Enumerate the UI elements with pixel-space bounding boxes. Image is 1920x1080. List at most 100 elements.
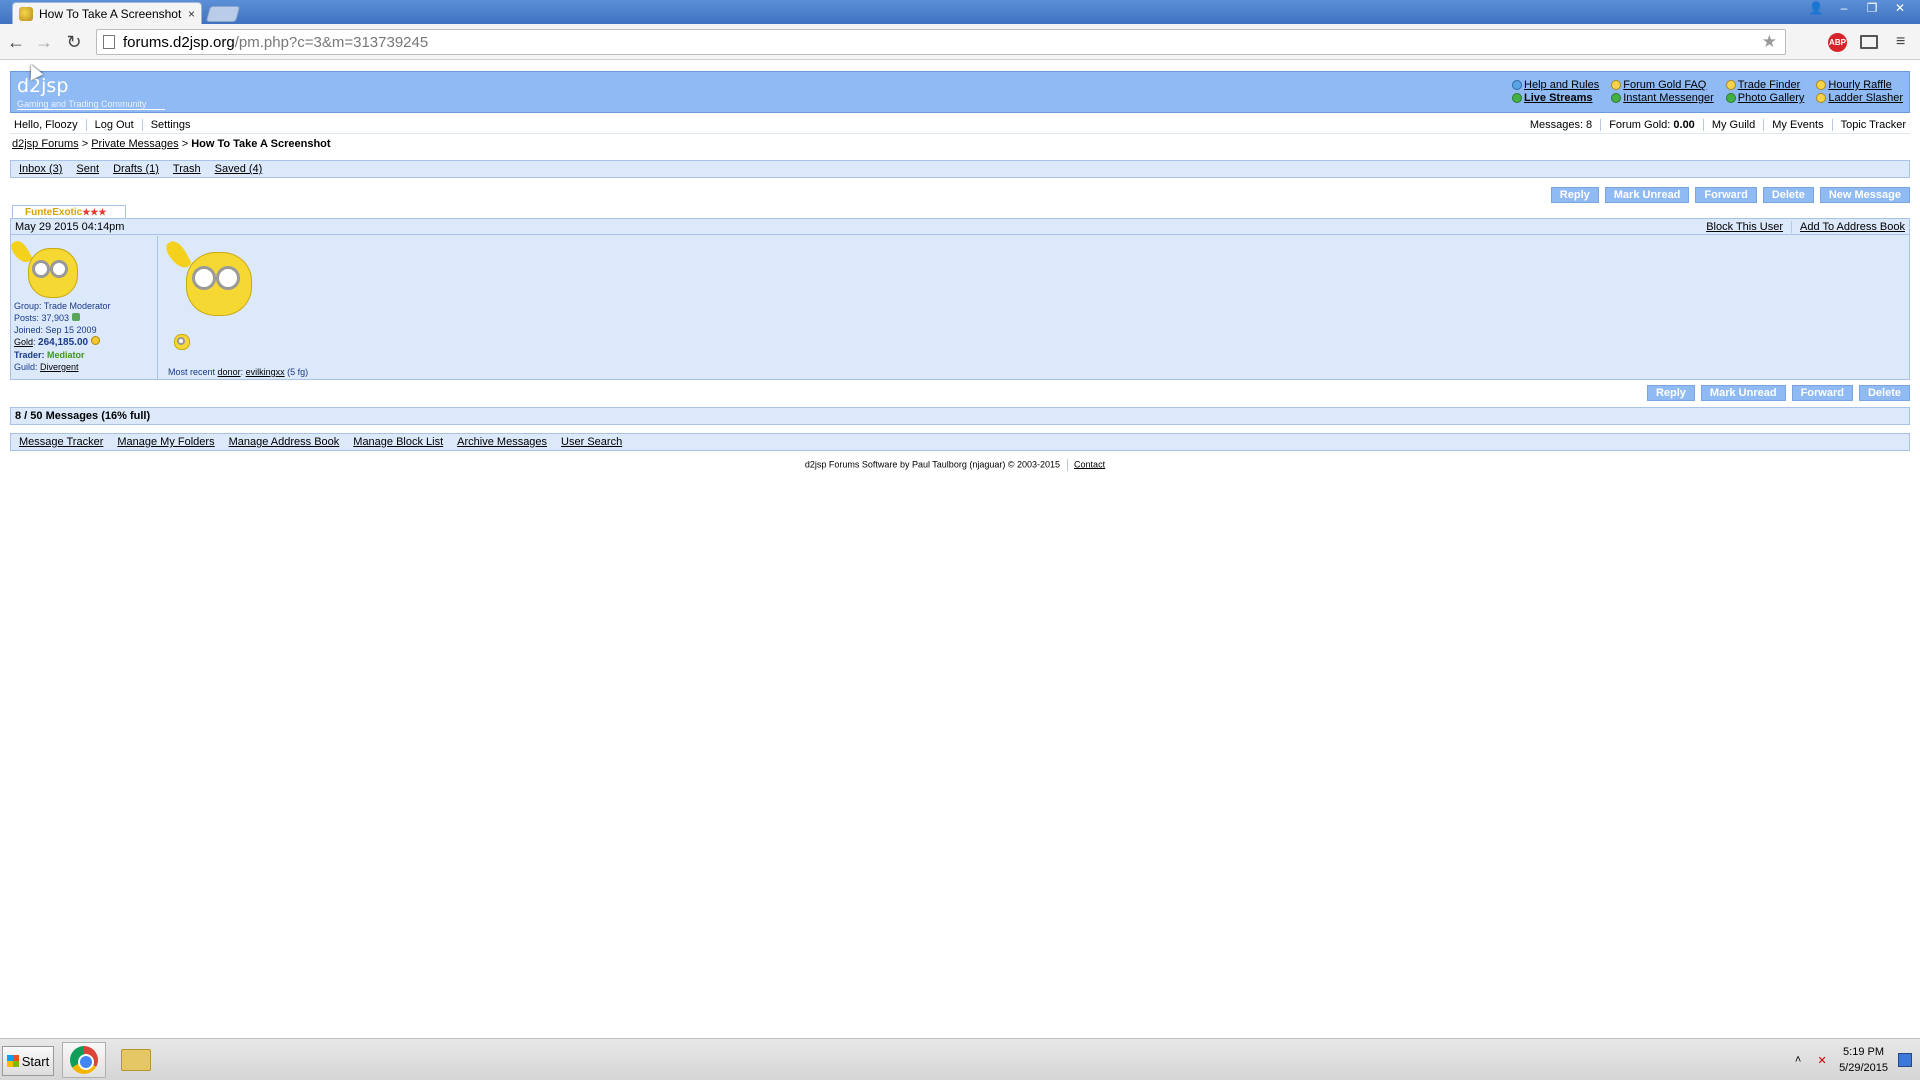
manage-folders-link[interactable]: Manage My Folders (117, 436, 214, 448)
header-link-trade-finder: Trade Finder (1725, 79, 1805, 91)
messenger-icon (1611, 93, 1622, 103)
bookmark-star-icon[interactable]: ★ (1762, 32, 1777, 52)
trade-finder-icon (1725, 80, 1736, 90)
author-name[interactable]: FunteExotic (25, 207, 82, 218)
forum-gold-value: 0.00 (1673, 118, 1695, 131)
add-address-book-link[interactable]: Add To Address Book (1800, 221, 1905, 233)
ladder-slasher-link[interactable]: Ladder Slasher (1828, 92, 1903, 104)
site-header: d2jsp Gaming and Trading Community Help … (10, 71, 1910, 113)
system-tray: ˄ ✕ 5:19 PM 5/29/2015 (1791, 1039, 1920, 1080)
author-tab[interactable]: FunteExotic ★★★ (12, 205, 126, 218)
cast-icon[interactable] (1860, 35, 1878, 49)
forum-gold-faq-link[interactable]: Forum Gold FAQ (1623, 79, 1706, 91)
manage-address-book-link[interactable]: Manage Address Book (229, 436, 340, 448)
adblock-plus-icon[interactable]: ABP (1828, 33, 1847, 52)
instant-messenger-link[interactable]: Instant Messenger (1623, 92, 1714, 104)
mark-unread-button[interactable]: Mark Unread (1700, 385, 1786, 401)
taskbar-chrome[interactable] (62, 1042, 106, 1078)
forward-message-button[interactable]: Forward (1791, 385, 1853, 401)
photo-gallery-link[interactable]: Photo Gallery (1738, 92, 1805, 104)
top-actions: Reply Mark Unread Forward Delete New Mes… (1550, 187, 1910, 203)
folder-saved[interactable]: Saved (4) (215, 163, 263, 175)
show-desktop-button[interactable] (1898, 1053, 1912, 1067)
mark-unread-button[interactable]: Mark Unread (1604, 187, 1690, 203)
folder-icon (121, 1049, 151, 1071)
close-window-button[interactable]: ✕ (1888, 0, 1912, 16)
folder-sent[interactable]: Sent (76, 163, 99, 175)
reply-button[interactable]: Reply (1550, 187, 1599, 203)
my-guild-link[interactable]: My Guild (1712, 119, 1755, 131)
forum-gold: Forum Gold: 0.00 (1609, 119, 1695, 131)
back-button[interactable]: ← (6, 32, 26, 52)
message-tracker-link[interactable]: Message Tracker (19, 436, 103, 448)
settings-link[interactable]: Settings (151, 119, 191, 131)
windows-logo-icon (6, 1055, 19, 1067)
forward-button[interactable]: → (34, 32, 54, 52)
my-events-link[interactable]: My Events (1772, 119, 1823, 131)
divider (141, 118, 143, 131)
help-icon (1512, 80, 1523, 90)
browser-tab[interactable]: How To Take A Screenshot f × (12, 2, 202, 24)
new-message-button[interactable]: New Message (1819, 187, 1910, 203)
forum-gold-label: Forum Gold: (1609, 118, 1671, 131)
breadcrumb-separator: > (81, 138, 89, 150)
author-stars-icon: ★★★ (82, 206, 107, 217)
archive-messages-link[interactable]: Archive Messages (457, 436, 547, 448)
footer-credit: d2jsp Forums Software by Paul Taulborg (… (804, 459, 1061, 470)
gold-link[interactable]: Gold (14, 337, 33, 347)
gold-amount: 264,185.00 (38, 337, 89, 348)
taskbar-explorer[interactable] (114, 1042, 158, 1078)
breadcrumb-forums[interactable]: d2jsp Forums (12, 138, 79, 150)
messages-count[interactable]: Messages: 8 (1530, 119, 1592, 131)
donor-name-link[interactable]: evilkingxx (246, 367, 285, 377)
author-avatar[interactable] (8, 238, 78, 298)
trade-finder-link[interactable]: Trade Finder (1738, 79, 1801, 91)
topic-tracker-link[interactable]: Topic Tracker (1841, 119, 1906, 131)
block-user-link[interactable]: Block This User (1706, 221, 1783, 233)
reload-button[interactable]: ↻ (64, 32, 84, 52)
new-tab-button[interactable] (205, 6, 241, 22)
breadcrumb-private-messages[interactable]: Private Messages (91, 138, 178, 150)
hourly-raffle-link[interactable]: Hourly Raffle (1828, 79, 1891, 91)
folder-bar: Inbox (3) Sent Drafts (1) Trash Saved (4… (10, 160, 1910, 178)
raffle-icon (1816, 80, 1827, 90)
contact-link[interactable]: Contact (1074, 459, 1105, 469)
folder-inbox[interactable]: Inbox (3) (19, 163, 62, 175)
tab-close-icon[interactable]: × (188, 7, 195, 21)
clock[interactable]: 5:19 PM 5/29/2015 (1839, 1044, 1888, 1076)
tray-expand-icon[interactable]: ˄ (1791, 1053, 1805, 1067)
profile-posts-text: Posts: 37,903 (14, 313, 70, 323)
guild-link[interactable]: Divergent (40, 362, 79, 372)
help-and-rules-link[interactable]: Help and Rules (1524, 79, 1599, 91)
author-profile: Group: Trade Moderator Posts: 37,903 Joi… (8, 236, 157, 380)
network-icon[interactable]: ✕ (1815, 1053, 1829, 1067)
minimize-button[interactable]: – (1832, 0, 1856, 16)
goggle-right (50, 260, 68, 278)
delete-button[interactable]: Delete (1858, 385, 1910, 401)
clock-date: 5/29/2015 (1839, 1062, 1888, 1074)
forward-message-button[interactable]: Forward (1695, 187, 1757, 203)
goggle-left (192, 266, 216, 290)
address-bar[interactable]: forums.d2jsp.org /pm.php?c=3&m=313739245… (96, 29, 1786, 55)
folder-drafts[interactable]: Drafts (1) (113, 163, 159, 175)
manage-block-list-link[interactable]: Manage Block List (353, 436, 443, 448)
site-logo[interactable]: d2jsp (17, 75, 68, 97)
reply-button[interactable]: Reply (1646, 385, 1695, 401)
donor-link[interactable]: donor (218, 367, 241, 377)
user-search-link[interactable]: User Search (561, 436, 622, 448)
restore-button[interactable]: ❐ (1860, 0, 1884, 16)
user-icon[interactable]: 👤 (1804, 0, 1828, 16)
url-path: /pm.php?c=3&m=313739245 (234, 33, 429, 51)
folder-trash[interactable]: Trash (173, 163, 201, 175)
goggle (177, 337, 185, 345)
footer: d2jsp Forums Software by Paul Taulborg (… (0, 459, 1910, 471)
donor-badge-icon (170, 332, 192, 352)
start-button[interactable]: Start (2, 1046, 54, 1076)
tab-title: How To Take A Screenshot f (39, 6, 184, 21)
browser-menu-icon[interactable]: ≡ (1896, 33, 1910, 51)
taskbar: Start ˄ ✕ 5:19 PM 5/29/2015 (0, 1038, 1920, 1080)
header-link-photo-gallery: Photo Gallery (1725, 92, 1805, 104)
delete-button[interactable]: Delete (1762, 187, 1814, 203)
live-streams-link[interactable]: Live Streams (1524, 92, 1592, 104)
log-out-link[interactable]: Log Out (95, 119, 134, 131)
